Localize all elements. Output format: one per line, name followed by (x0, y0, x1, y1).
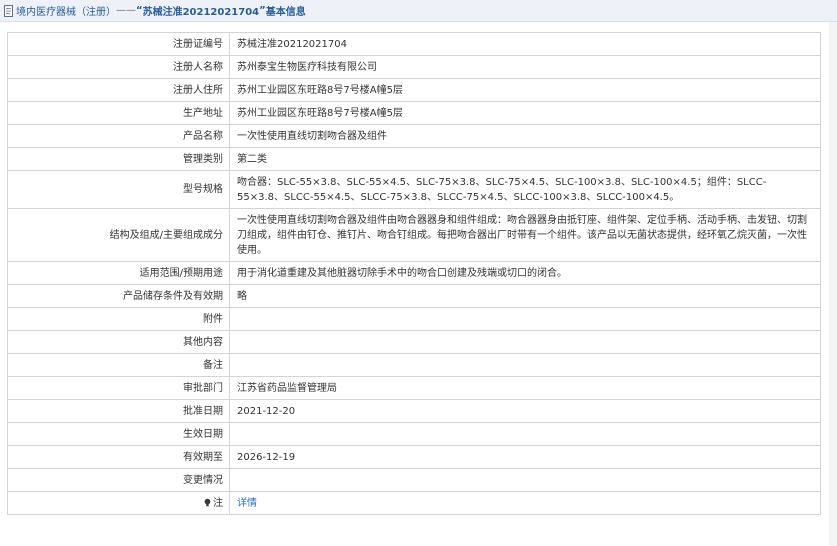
table-row: 附件 (7, 307, 821, 331)
row-value (229, 353, 821, 377)
table-row: 注册人住所 苏州工业园区东旺路8号7号楼A幢5层 (7, 78, 821, 102)
row-label: 生产地址 (7, 101, 230, 125)
note-label-cell: 注 (7, 491, 230, 515)
row-label: 批准日期 (7, 399, 230, 423)
row-label: 附件 (7, 307, 230, 331)
row-label: 管理类别 (7, 147, 230, 171)
table-row: 结构及组成/主要组成成分 一次性使用直线切割吻合器及组件由吻合器器身和组件组成：… (7, 208, 821, 262)
table-row: 注册证编号 苏械注准20212021704 (7, 32, 821, 56)
bulb-icon (204, 498, 211, 506)
row-label: 其他内容 (7, 330, 230, 354)
row-label: 备注 (7, 353, 230, 377)
row-value: 苏州工业园区东旺路8号7号楼A幢5层 (229, 78, 821, 102)
row-value: 2021-12-20 (229, 399, 821, 423)
title-quote-close: ” (259, 5, 266, 16)
row-value: 一次性使用直线切割吻合器及组件由吻合器器身和组件组成：吻合器器身由抵钉座、组件架… (229, 208, 821, 262)
row-label: 产品名称 (7, 124, 230, 148)
row-label: 变更情况 (7, 468, 230, 492)
row-label: 型号规格 (7, 170, 230, 209)
page-title-bar: 境内医疗器械（注册） —— “ 苏械注准20212021704 ” 基本信息 (0, 0, 837, 22)
details-link[interactable]: 详情 (237, 498, 257, 509)
document-icon (4, 4, 13, 17)
table-row: 管理类别 第二类 (7, 147, 821, 171)
row-label: 审批部门 (7, 376, 230, 400)
row-value: 吻合器：SLC-55×3.8、SLC-55×4.5、SLC-75×3.8、SLC… (229, 170, 821, 209)
breadcrumb-separator: —— (116, 5, 136, 16)
note-label: 注 (213, 497, 223, 509)
row-value: 2026-12-19 (229, 445, 821, 469)
row-label: 结构及组成/主要组成成分 (7, 208, 230, 262)
table-row: 有效期至 2026-12-19 (7, 445, 821, 469)
title-registration-number: 苏械注准20212021704 (142, 7, 260, 18)
row-value: 用于消化道重建及其他脏器切除手术中的吻合口创建及残端或切口的闭合。 (229, 261, 821, 285)
row-label: 注册证编号 (7, 32, 230, 56)
row-value (229, 422, 821, 446)
table-row: 备注 (7, 353, 821, 377)
row-value: 略 (229, 284, 821, 308)
info-table-container: 注册证编号 苏械注准20212021704 注册人名称 苏州泰宝生物医疗科技有限… (7, 32, 821, 515)
row-label: 注册人住所 (7, 78, 230, 102)
table-row: 产品储存条件及有效期 略 (7, 284, 821, 308)
title-quote-open: “ (136, 5, 143, 16)
table-row-note: 注 详情 (7, 491, 821, 515)
table-row: 生产地址 苏州工业园区东旺路8号7号楼A幢5层 (7, 101, 821, 125)
table-row: 产品名称 一次性使用直线切割吻合器及组件 (7, 124, 821, 148)
row-label: 产品储存条件及有效期 (7, 284, 230, 308)
table-row: 审批部门 江苏省药品监督管理局 (7, 376, 821, 400)
title-suffix: 基本信息 (265, 7, 306, 18)
row-label: 有效期至 (7, 445, 230, 469)
table-row: 生效日期 (7, 422, 821, 446)
row-value: 第二类 (229, 147, 821, 171)
row-label: 生效日期 (7, 422, 230, 446)
table-row: 注册人名称 苏州泰宝生物医疗科技有限公司 (7, 55, 821, 79)
table-row: 其他内容 (7, 330, 821, 354)
row-value: 苏州泰宝生物医疗科技有限公司 (229, 55, 821, 79)
basic-info-table: 注册证编号 苏械注准20212021704 注册人名称 苏州泰宝生物医疗科技有限… (7, 32, 821, 515)
table-row: 型号规格 吻合器：SLC-55×3.8、SLC-55×4.5、SLC-75×3.… (7, 170, 821, 209)
table-row: 批准日期 2021-12-20 (7, 399, 821, 423)
row-value (229, 468, 821, 492)
vertical-scrollbar[interactable] (829, 22, 837, 546)
breadcrumb-category[interactable]: 境内医疗器械（注册） (16, 3, 116, 18)
table-row: 适用范围/预期用途 用于消化道重建及其他脏器切除手术中的吻合口创建及残端或切口的… (7, 261, 821, 285)
row-label: 适用范围/预期用途 (7, 261, 230, 285)
note-value-cell: 详情 (229, 491, 821, 515)
row-value: 苏州工业园区东旺路8号7号楼A幢5层 (229, 101, 821, 125)
row-value (229, 330, 821, 354)
table-row: 变更情况 (7, 468, 821, 492)
row-value: 苏械注准20212021704 (229, 32, 821, 56)
row-label: 注册人名称 (7, 55, 230, 79)
row-value: 一次性使用直线切割吻合器及组件 (229, 124, 821, 148)
row-value: 江苏省药品监督管理局 (229, 376, 821, 400)
row-value (229, 307, 821, 331)
